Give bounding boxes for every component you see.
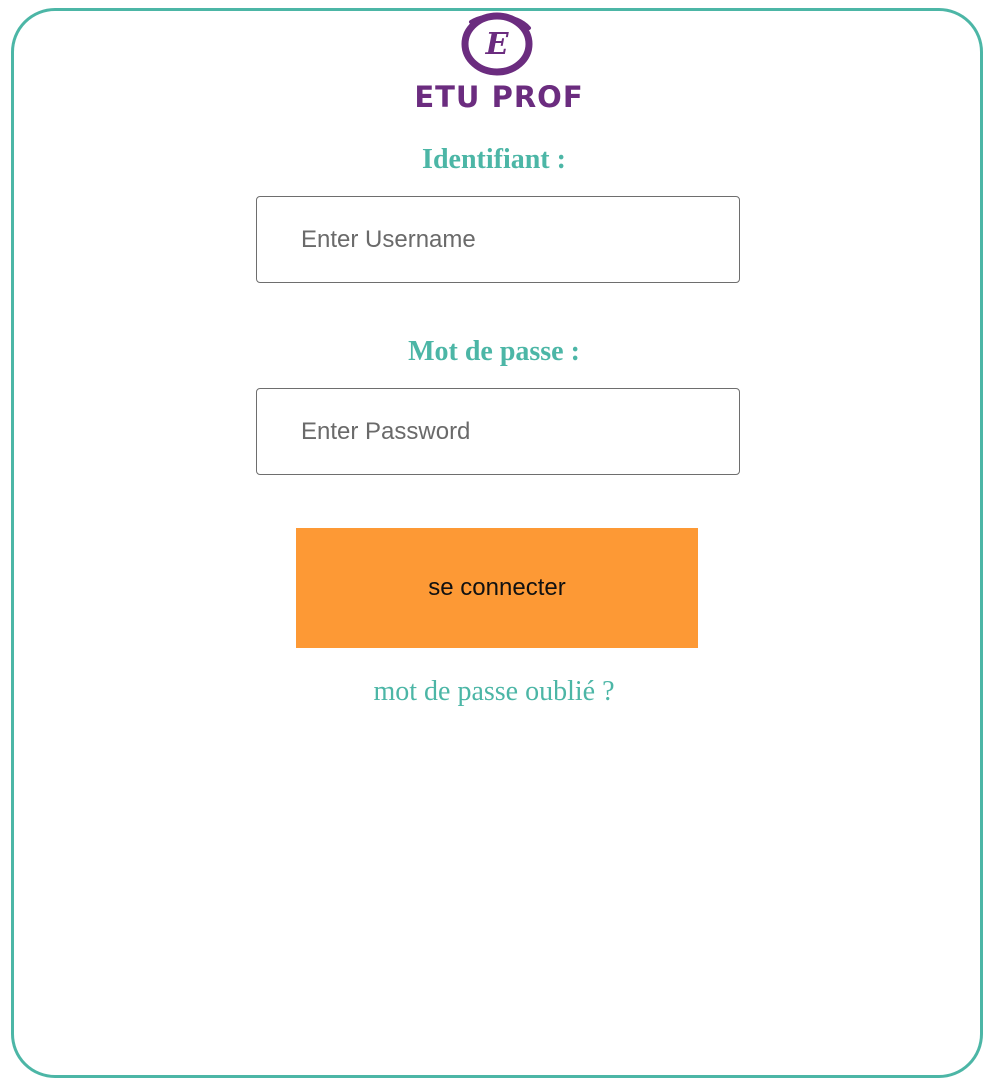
app-logo: E ETU PROF (394, 10, 604, 114)
login-button[interactable]: se connecter (296, 528, 698, 648)
username-input[interactable] (256, 196, 740, 283)
password-input[interactable] (256, 388, 740, 475)
username-label: Identifiant : (422, 144, 566, 175)
logo-letter: E (485, 27, 510, 62)
password-label: Mot de passe : (408, 336, 580, 367)
forgot-password-link[interactable]: mot de passe oublié ? (0, 676, 988, 708)
etu-prof-logo-icon: E (461, 12, 533, 76)
logo-text: ETU PROF (414, 80, 584, 114)
